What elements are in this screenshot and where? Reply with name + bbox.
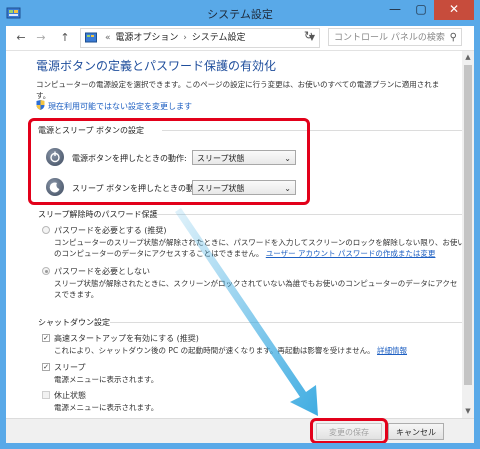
fast-startup-label: 高速スタートアップを有効にする (推奨) <box>54 334 199 343</box>
section-divider <box>154 214 462 215</box>
breadcrumb-separator: › <box>183 33 187 43</box>
admin-settings-link[interactable]: 現在利用可能ではない設定を変更します <box>36 100 192 112</box>
more-info-link[interactable]: 詳細情報 <box>377 346 407 355</box>
back-button[interactable]: ← <box>12 29 30 47</box>
breadcrumb-prefix: « <box>105 33 111 43</box>
require-password-desc-line2: のコンピューターのデータにアクセスすることはできません。 ユーザー アカウント … <box>54 248 435 259</box>
hibernate-checkbox[interactable] <box>42 391 50 399</box>
highlight-box-save <box>310 418 388 443</box>
scroll-up-icon[interactable]: ▲ <box>462 53 474 61</box>
sleep-checkbox[interactable]: ✓ <box>42 363 50 371</box>
close-button[interactable]: ✕ <box>434 0 474 20</box>
require-password-desc-line1: コンピューターのスリープ状態が解除されたときに、パスワードを入力してスクリーンの… <box>54 238 465 247</box>
no-password-label: パスワードを必要としない <box>54 267 150 276</box>
scroll-down-icon[interactable]: ▼ <box>462 407 474 415</box>
minimize-button[interactable]: — <box>382 0 408 20</box>
no-password-desc-line2: スできます。 <box>54 290 99 299</box>
control-panel-icon <box>85 32 97 43</box>
sleep-desc: 電源メニューに表示されます。 <box>54 375 159 384</box>
dialog-footer: 変更の保存 キャンセル <box>6 418 474 443</box>
page-description-line1: コンピューターの電源設定を選択できます。このページの設定に行う変更は、お使いのす… <box>36 80 440 89</box>
window-client: ← → ↑ « 電源オプション › システム設定 ▼ ↻ コントロール パネルの… <box>6 26 474 443</box>
breadcrumb: « 電源オプション › システム設定 <box>103 29 246 47</box>
address-bar[interactable]: « 電源オプション › システム設定 ▼ <box>80 28 320 48</box>
up-button[interactable]: ↑ <box>56 29 74 47</box>
navigation-bar: ← → ↑ « 電源オプション › システム設定 ▼ ↻ コントロール パネルの… <box>6 26 474 51</box>
sleep-label: スリープ <box>54 363 86 372</box>
require-password-radio[interactable] <box>42 226 50 234</box>
create-password-link[interactable]: ユーザー アカウント パスワードの作成または変更 <box>266 249 436 258</box>
scrollbar-thumb[interactable] <box>464 65 472 385</box>
main-content: 電源ボタンの定義とパスワード保護の有効化 コンピューターの電源設定を選択できます… <box>6 51 465 418</box>
highlight-box-power-settings <box>28 118 310 205</box>
no-password-radio[interactable] <box>42 267 50 275</box>
search-placeholder: コントロール パネルの検索 <box>334 33 445 43</box>
hibernate-desc: 電源メニューに表示されます。 <box>54 403 159 412</box>
require-password-desc-text: のコンピューターのデータにアクセスすることはできません。 <box>54 249 264 258</box>
fast-startup-desc: これにより、シャットダウン後の PC の起動時間が速くなります。再起動は影響を受… <box>54 345 407 356</box>
breadcrumb-system-settings[interactable]: システム設定 <box>192 33 246 43</box>
forward-button[interactable]: → <box>32 29 50 47</box>
cancel-button[interactable]: キャンセル <box>388 423 444 440</box>
breadcrumb-power-options[interactable]: 電源オプション <box>115 33 178 43</box>
password-header: スリープ解除時のパスワード保護 <box>38 210 158 219</box>
title-bar: システム設定 — ▢ ✕ <box>0 0 480 26</box>
page-title: 電源ボタンの定義とパスワード保護の有効化 <box>36 59 277 73</box>
require-password-label: パスワードを必要とする (推奨) <box>54 226 167 235</box>
fast-startup-desc-text: これにより、シャットダウン後の PC の起動時間が速くなります。再起動は影響を受… <box>54 346 375 355</box>
search-icon[interactable]: ⚲ <box>450 29 457 47</box>
section-divider <box>110 322 462 323</box>
uac-shield-icon <box>36 100 45 110</box>
admin-link-text[interactable]: 現在利用可能ではない設定を変更します <box>48 102 192 111</box>
no-password-desc-line1: スリープ状態が解除されたときに、スクリーンがロックされていない為誰でもお使いのコ… <box>54 279 458 288</box>
hibernate-label: 休止状態 <box>54 391 86 400</box>
maximize-button[interactable]: ▢ <box>408 0 434 20</box>
refresh-icon[interactable]: ↻ <box>304 29 313 42</box>
page-description: コンピューターの電源設定を選択できます。このページの設定に行う変更は、お使いのす… <box>36 79 439 101</box>
shutdown-header: シャットダウン設定 <box>38 318 110 327</box>
vertical-scrollbar[interactable]: ▲ ▼ <box>462 51 474 418</box>
fast-startup-checkbox[interactable]: ✓ <box>42 334 50 342</box>
search-input[interactable]: コントロール パネルの検索 ⚲ <box>328 28 462 46</box>
